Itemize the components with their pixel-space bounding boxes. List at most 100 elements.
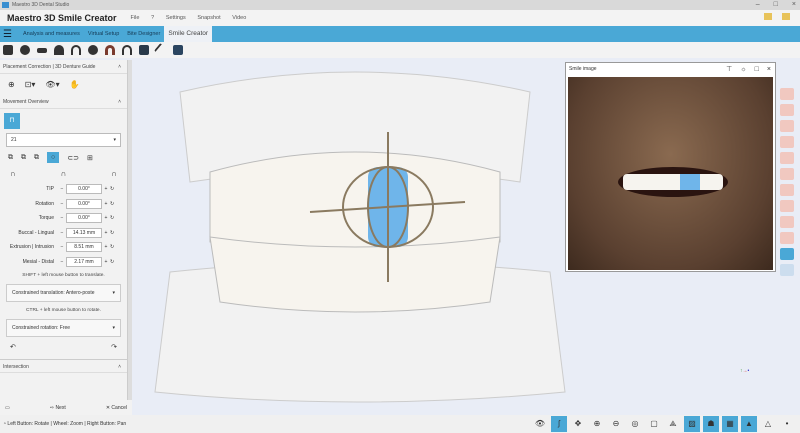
- rotation-select[interactable]: Constrained rotation: Free ▾: [6, 319, 121, 337]
- increment-button[interactable]: +: [102, 230, 110, 236]
- eye-icon[interactable]: 👁▾: [45, 80, 59, 89]
- tooth-view-1-icon[interactable]: [780, 88, 794, 100]
- notification-icon[interactable]: [782, 13, 790, 20]
- increment-button[interactable]: +: [102, 201, 110, 207]
- reset-icon[interactable]: ↻: [110, 186, 114, 192]
- param-value-input[interactable]: 2.17 mm: [66, 256, 102, 267]
- cancel-button[interactable]: ✕ Cancel: [106, 405, 127, 411]
- chat-icon[interactable]: [764, 13, 772, 20]
- triangle-outline-icon[interactable]: △: [760, 416, 776, 432]
- rotate-mode-icon[interactable]: ○: [47, 152, 60, 163]
- reset-icon[interactable]: ↻: [110, 230, 114, 236]
- tab-analysis[interactable]: Analysis and measures: [19, 26, 84, 42]
- close-icon[interactable]: ×: [767, 63, 771, 76]
- view-mode-2-icon[interactable]: ⧉: [21, 154, 26, 162]
- lasso-icon[interactable]: ʃ: [551, 416, 567, 432]
- tooth-view-6-icon[interactable]: [780, 168, 794, 180]
- scanner-icon[interactable]: [37, 47, 47, 53]
- grid-view-icon[interactable]: [780, 264, 794, 276]
- tab-virtual-setup[interactable]: Virtual Setup: [84, 26, 123, 42]
- param-value-input[interactable]: 8.51 mm: [66, 242, 102, 253]
- texture-icon[interactable]: ▦: [722, 416, 738, 432]
- tooth-view-9-icon[interactable]: [780, 216, 794, 228]
- undo-icon[interactable]: ↶: [10, 343, 16, 351]
- menu-file[interactable]: File: [131, 15, 140, 21]
- arch-icon[interactable]: [71, 45, 81, 55]
- pen-icon[interactable]: [153, 42, 169, 58]
- view-mode-1-icon[interactable]: ⧉: [8, 154, 13, 162]
- reset-icon[interactable]: ↻: [110, 259, 114, 265]
- sphere-icon[interactable]: [88, 45, 98, 55]
- menu-settings[interactable]: Settings: [166, 15, 186, 21]
- placement-section-header[interactable]: Placement Correction | 3D Denture Guide ˄: [0, 60, 127, 74]
- tooth-view-7-icon[interactable]: [780, 184, 794, 196]
- sun-icon[interactable]: ☼: [740, 63, 746, 76]
- 3d-viewport[interactable]: [140, 62, 570, 412]
- movement-section-header[interactable]: Movement Overview ˄: [0, 95, 127, 109]
- tooth-view-8-icon[interactable]: [780, 200, 794, 212]
- layers-icon[interactable]: [3, 45, 13, 55]
- maximize-button[interactable]: □: [774, 0, 778, 10]
- decrement-button[interactable]: −: [58, 244, 66, 250]
- next-button[interactable]: ⇨ Next: [50, 405, 66, 411]
- tooth-view-3-icon[interactable]: [780, 120, 794, 132]
- tooth-view-5-icon[interactable]: [780, 152, 794, 164]
- pin-icon[interactable]: ⊤: [726, 63, 732, 76]
- reset-icon[interactable]: ↻: [110, 201, 114, 207]
- decrement-button[interactable]: −: [58, 259, 66, 265]
- screen-icon[interactable]: ▭: [5, 405, 10, 411]
- tab-bite-designer[interactable]: Bite Designer: [123, 26, 164, 42]
- increment-button[interactable]: +: [102, 244, 110, 250]
- dot-icon[interactable]: •: [779, 416, 795, 432]
- triangle-filled-icon[interactable]: ▲: [741, 416, 757, 432]
- view-mode-3-icon[interactable]: ⧉: [34, 154, 39, 162]
- tooth-view-active-icon[interactable]: [780, 248, 794, 260]
- redo-icon[interactable]: ↷: [111, 343, 117, 351]
- menu-snapshot[interactable]: Snapshot: [197, 15, 220, 21]
- cube-icon[interactable]: ▢: [646, 416, 662, 432]
- center-icon[interactable]: ◎: [627, 416, 643, 432]
- tooth-view-10-icon[interactable]: [780, 232, 794, 244]
- param-value-input[interactable]: 0.00°: [66, 184, 102, 195]
- frame-icon[interactable]: ⊡▾: [25, 80, 36, 89]
- increment-button[interactable]: +: [102, 259, 110, 265]
- close-button[interactable]: ×: [792, 0, 796, 10]
- move-icon[interactable]: ✥: [570, 416, 586, 432]
- hamburger-menu-icon[interactable]: ☰: [3, 29, 13, 40]
- increment-button[interactable]: +: [102, 186, 110, 192]
- param-value-input[interactable]: 0.00°: [66, 213, 102, 224]
- crown-icon[interactable]: [54, 45, 64, 55]
- tab-smile-creator[interactable]: Smile Creator: [164, 26, 213, 42]
- left-panel-scrollbar[interactable]: [128, 60, 132, 400]
- tooth-view-2-icon[interactable]: [780, 104, 794, 116]
- hand-icon[interactable]: ✋: [70, 80, 80, 89]
- target-icon[interactable]: ⊕: [8, 80, 15, 89]
- menu-help[interactable]: ?: [151, 15, 154, 21]
- gum-arch-icon[interactable]: [105, 45, 115, 55]
- translation-select[interactable]: Constrained translation: Antero-poste ▾: [6, 284, 121, 302]
- tooth-select[interactable]: 21 ▾: [6, 133, 121, 147]
- panel-icon[interactable]: [173, 45, 183, 55]
- zoom-out-icon[interactable]: ⊖: [608, 416, 624, 432]
- maximize-icon[interactable]: □: [755, 63, 759, 76]
- profile-icon[interactable]: ☗: [703, 416, 719, 432]
- grid-icon[interactable]: ⊞: [87, 154, 93, 162]
- denture-arch-icon[interactable]: [122, 45, 132, 55]
- wireframe-icon[interactable]: ⟁: [665, 416, 681, 432]
- image-icon[interactable]: ▨: [684, 416, 700, 432]
- intersection-section-header[interactable]: Intersection ˄: [0, 359, 127, 373]
- zoom-in-icon[interactable]: ⊕: [589, 416, 605, 432]
- param-value-input[interactable]: 0.00°: [66, 198, 102, 209]
- arch-center-icon[interactable]: ∩: [61, 169, 67, 178]
- reset-icon[interactable]: ↻: [110, 244, 114, 250]
- decrement-button[interactable]: −: [58, 215, 66, 221]
- increment-button[interactable]: +: [102, 215, 110, 221]
- decrement-button[interactable]: −: [58, 201, 66, 207]
- tooth-view-4-icon[interactable]: [780, 136, 794, 148]
- decrement-button[interactable]: −: [58, 186, 66, 192]
- toggle-icon[interactable]: ⊂⊃: [67, 154, 79, 162]
- menu-video[interactable]: Video: [232, 15, 246, 21]
- param-value-input[interactable]: 14.13 mm: [66, 227, 102, 238]
- minimize-button[interactable]: –: [756, 0, 760, 10]
- decrement-button[interactable]: −: [58, 230, 66, 236]
